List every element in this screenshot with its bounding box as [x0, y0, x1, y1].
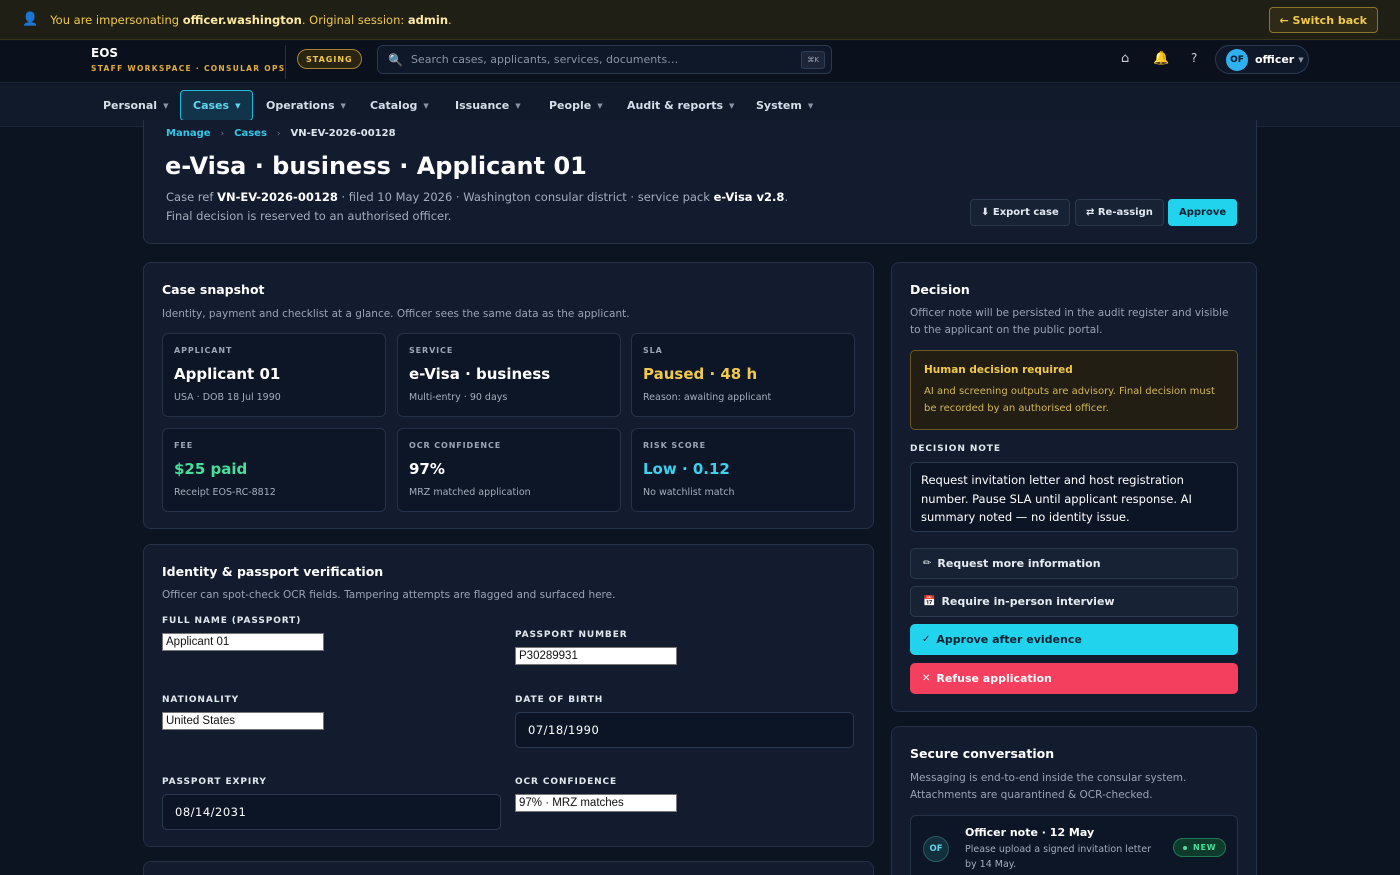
secure-conversation-card: Secure conversation Messaging is end-to-…: [891, 726, 1257, 875]
approve-button[interactable]: Approve: [1168, 199, 1238, 226]
avatar: OF: [923, 836, 949, 862]
ocr-confidence-input[interactable]: [515, 794, 677, 812]
new-badge: NEW: [1173, 838, 1227, 857]
decision-note-label: DECISION NOTE: [910, 444, 1001, 454]
avatar: OF: [1226, 48, 1248, 71]
nationality-input[interactable]: [162, 712, 324, 730]
warning-body: AI and screening outputs are advisory. F…: [924, 386, 1215, 414]
chevron-down-icon: ▼: [423, 101, 429, 110]
next-section-card: [143, 861, 874, 875]
decision-card: Decision Officer note will be persisted …: [891, 262, 1257, 712]
notifications-icon[interactable]: 🔔: [1153, 51, 1169, 66]
message-title: Officer note · 12 May: [965, 826, 1095, 839]
card-title: Decision: [910, 282, 970, 297]
chevron-down-icon: ▼: [235, 101, 241, 110]
identity-verification-card: Identity & passport verification Officer…: [143, 544, 874, 847]
stat-service: SERVICE e-Visa · business Multi-entry · …: [397, 333, 621, 417]
card-title: Secure conversation: [910, 746, 1055, 761]
stat-ocr-confidence: OCR CONFIDENCE 97% MRZ matched applicati…: [397, 428, 621, 512]
card-title: Case snapshot: [162, 282, 265, 297]
chevron-down-icon: ▼: [515, 101, 521, 110]
close-icon: ✕: [922, 673, 931, 684]
chevron-down-icon: ▼: [597, 101, 603, 110]
breadcrumb-current: VN-EV-2026-00128: [290, 128, 396, 139]
nav-catalog[interactable]: Catalog ▼: [358, 90, 441, 121]
nationality-label: NATIONALITY: [162, 695, 240, 705]
impersonation-message: You are impersonating officer.washington…: [50, 12, 452, 27]
full-name-input[interactable]: [162, 633, 324, 651]
chevron-down-icon: ▼: [807, 101, 814, 110]
ocr-confidence-label: OCR CONFIDENCE: [515, 777, 618, 787]
nav-audit-reports[interactable]: Audit & reports ▼: [615, 90, 746, 121]
full-name-label: FULL NAME (PASSPORT): [162, 616, 302, 626]
global-search[interactable]: 🔍 ⌘K: [377, 45, 832, 74]
breadcrumb-cases[interactable]: Cases: [234, 128, 267, 139]
chevron-down-icon: ▼: [729, 101, 735, 110]
reassign-button[interactable]: ⇄ Re-assign: [1075, 199, 1164, 226]
stat-sla: SLA Paused · 48 h Reason: awaiting appli…: [631, 333, 855, 417]
breadcrumb: Manage › Cases › VN-EV-2026-00128: [166, 128, 396, 139]
switch-back-button[interactable]: ← Switch back: [1268, 7, 1378, 33]
warning-title: Human decision required: [924, 364, 1073, 376]
refuse-application-button[interactable]: ✕ Refuse application: [910, 663, 1238, 694]
card-description: Officer note will be persisted in the au…: [910, 307, 1229, 336]
decision-note-textarea[interactable]: Request invitation letter and host regis…: [910, 462, 1238, 532]
card-description: Messaging is end-to-end inside the consu…: [910, 772, 1187, 801]
card-description: Identity, payment and checklist at a gla…: [162, 308, 630, 320]
require-interview-button[interactable]: 📅 Require in-person interview: [910, 586, 1238, 617]
chevron-down-icon: ▼: [340, 101, 346, 110]
page-title: e-Visa · business · Applicant 01: [165, 152, 587, 180]
nav-issuance[interactable]: Issuance ▼: [443, 90, 533, 121]
passport-number-label: PASSPORT NUMBER: [515, 630, 628, 640]
nav-cases[interactable]: Cases ▼: [180, 90, 254, 121]
request-info-button[interactable]: ✏ Request more information: [910, 548, 1238, 579]
case-snapshot-card: Case snapshot Identity, payment and chec…: [143, 262, 874, 529]
search-icon: 🔍: [388, 52, 403, 67]
user-icon: 👤: [22, 12, 39, 27]
message-item[interactable]: OF Officer note · 12 May Please upload a…: [910, 815, 1238, 875]
passport-number-input[interactable]: [515, 647, 677, 665]
nav-system[interactable]: System ▼: [744, 90, 825, 121]
search-shortcut: ⌘K: [801, 51, 825, 69]
chevron-down-icon: ▼: [1298, 55, 1304, 64]
chevron-right-icon: ›: [220, 128, 225, 139]
message-body: Please upload a signed invitation letter…: [965, 844, 1151, 870]
passport-expiry-label: PASSPORT EXPIRY: [162, 777, 267, 787]
calendar-icon: 📅: [923, 596, 936, 607]
dot-icon: [1183, 845, 1187, 850]
human-decision-warning: Human decision required AI and screening…: [910, 350, 1238, 430]
header-divider: [285, 45, 286, 79]
date-of-birth-field[interactable]: 07/18/1990: [515, 712, 854, 748]
stat-fee: FEE $25 paid Receipt EOS-RC-8812: [162, 428, 386, 512]
chevron-down-icon: ▼: [163, 101, 169, 110]
help-icon[interactable]: ?: [1191, 51, 1197, 65]
chevron-right-icon: ›: [276, 128, 281, 139]
nav-people[interactable]: People ▼: [537, 90, 615, 121]
home-icon[interactable]: ⌂: [1121, 51, 1129, 66]
brand-subtitle: STAFF WORKSPACE · CONSULAR OPS: [91, 64, 286, 73]
nav-personal[interactable]: Personal ▼: [91, 90, 180, 121]
export-case-button[interactable]: ⬇ Export case: [970, 199, 1070, 226]
environment-badge: STAGING: [297, 49, 362, 69]
passport-expiry-field[interactable]: 08/14/2031: [162, 794, 501, 830]
approve-after-evidence-button[interactable]: ✓ Approve after evidence: [910, 624, 1238, 655]
date-of-birth-label: DATE OF BIRTH: [515, 695, 604, 705]
user-menu[interactable]: OF officer ▼: [1215, 45, 1309, 74]
brand[interactable]: EOS STAFF WORKSPACE · CONSULAR OPS: [91, 46, 285, 73]
top-header: EOS STAFF WORKSPACE · CONSULAR OPS STAGI…: [0, 41, 1400, 83]
card-title: Identity & passport verification: [162, 564, 384, 579]
stat-applicant: APPLICANT Applicant 01 USA · DOB 18 Jul …: [162, 333, 386, 417]
check-icon: ✓: [922, 634, 931, 645]
brand-name: EOS: [91, 46, 119, 60]
user-name: officer: [1255, 53, 1295, 66]
impersonation-banner: 👤 You are impersonating officer.washingt…: [0, 0, 1400, 40]
breadcrumb-manage[interactable]: Manage: [166, 128, 211, 139]
search-input[interactable]: [410, 53, 791, 66]
page-subtitle: Case ref VN-EV-2026-00128 · filed 10 May…: [166, 190, 789, 223]
stat-risk-score: RISK SCORE Low · 0.12 No watchlist match: [631, 428, 855, 512]
nav-operations[interactable]: Operations ▼: [254, 90, 358, 121]
card-description: Officer can spot-check OCR fields. Tampe…: [162, 589, 616, 601]
pencil-icon: ✏: [923, 558, 932, 569]
case-header: Manage › Cases › VN-EV-2026-00128 e-Visa…: [143, 120, 1257, 244]
